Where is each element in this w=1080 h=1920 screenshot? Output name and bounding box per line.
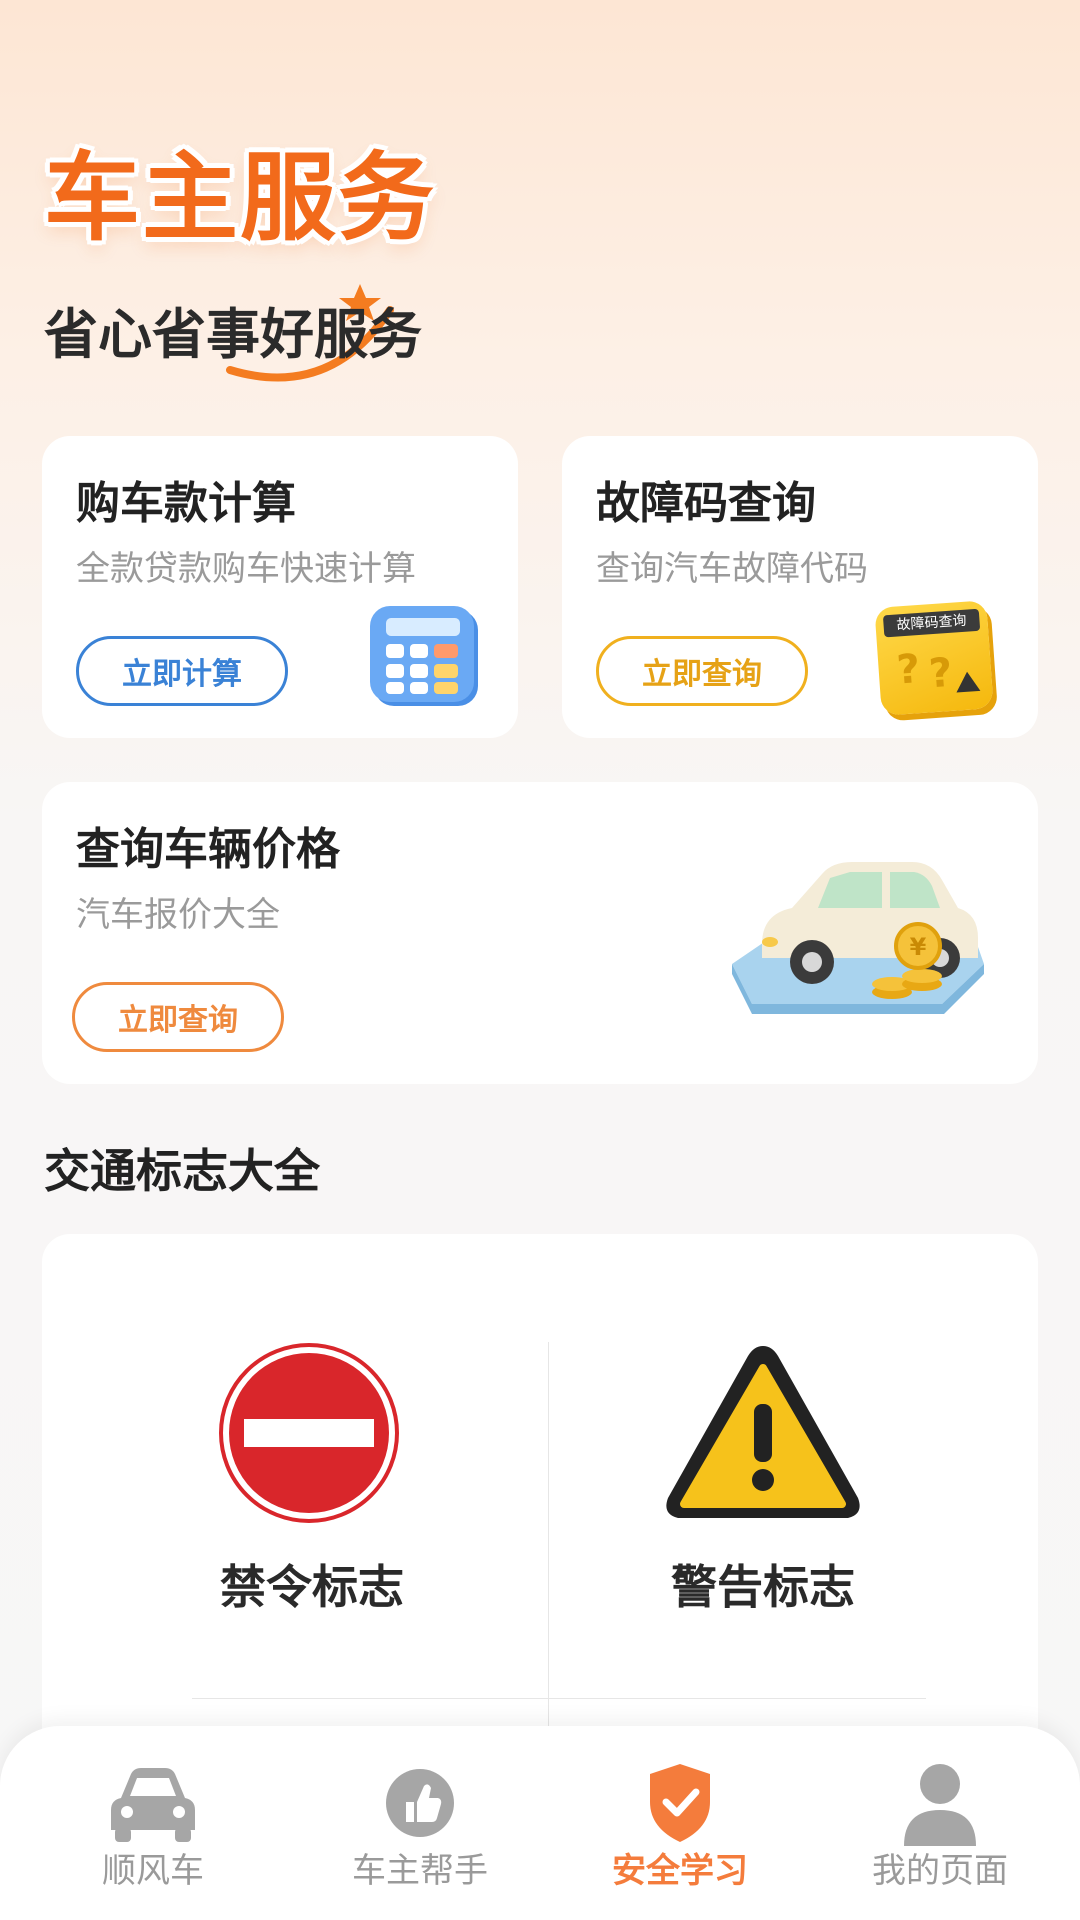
section-title: 交通标志大全 (44, 1144, 320, 1198)
tab-safety-learning[interactable]: 安全学习 (545, 1726, 815, 1920)
bottom-tab-bar: 顺风车 车主帮手 安全学习 我的页面 (0, 1726, 1080, 1920)
traffic-signs-card: 禁令标志 警告标志 (42, 1234, 1038, 1794)
shield-check-icon (650, 1764, 710, 1842)
tab-label: 顺风车 (102, 1851, 204, 1891)
hero-title: 车主服务 (44, 142, 436, 254)
car-coins-icon: ¥ (732, 862, 984, 1014)
card-description: 查询汽车故障代码 (596, 549, 868, 589)
calculator-icon (370, 606, 478, 706)
warning-sign-icon (666, 1346, 860, 1518)
query-price-button[interactable]: 立即查询 (72, 982, 284, 1052)
card-title: 购车款计算 (76, 478, 296, 529)
fault-code-card[interactable]: 故障码查询 查询汽车故障代码 立即查询 故障码查询 ? ? (562, 436, 1038, 738)
hero-subtitle: 省心省事好服务 (44, 303, 422, 366)
sign-label: 禁令标志 (220, 1560, 404, 1614)
tab-carpool[interactable]: 顺风车 (18, 1726, 288, 1920)
card-description: 汽车报价大全 (76, 895, 280, 935)
svg-text:¥: ¥ (910, 933, 927, 961)
tab-car-helper[interactable]: 车主帮手 (285, 1726, 555, 1920)
tab-label: 车主帮手 (352, 1851, 488, 1891)
no-entry-sign-icon (219, 1343, 399, 1523)
card-title: 故障码查询 (596, 478, 816, 529)
car-price-card[interactable]: 查询车辆价格 汽车报价大全 立即查询 ¥ (42, 782, 1038, 1084)
calculate-now-button[interactable]: 立即计算 (76, 636, 288, 706)
warning-sign-tile[interactable]: 警告标志 (548, 1234, 1038, 1698)
car-icon (111, 1768, 195, 1842)
card-description: 全款贷款购车快速计算 (76, 549, 416, 589)
tab-label: 安全学习 (612, 1851, 748, 1891)
tab-my-page[interactable]: 我的页面 (805, 1726, 1075, 1920)
loan-calculator-card[interactable]: 购车款计算 全款贷款购车快速计算 立即计算 (42, 436, 518, 738)
fault-code-image: 故障码查询 ? ? (874, 600, 994, 716)
grid-divider-horizontal (192, 1698, 926, 1699)
sign-label: 警告标志 (671, 1560, 855, 1614)
card-title: 查询车辆价格 (76, 824, 340, 875)
query-now-button[interactable]: 立即查询 (596, 636, 808, 706)
prohibition-sign-tile[interactable]: 禁令标志 (42, 1234, 548, 1698)
tab-label: 我的页面 (872, 1851, 1008, 1891)
thumbs-up-icon (386, 1769, 454, 1837)
user-icon (904, 1764, 976, 1846)
